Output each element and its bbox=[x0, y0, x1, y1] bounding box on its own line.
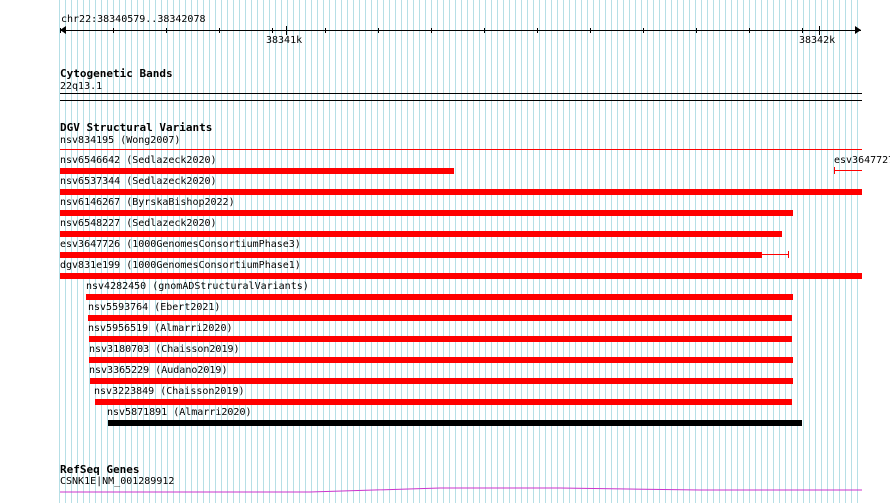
feature-whisker-esv3647726 bbox=[762, 254, 789, 255]
feature-label-nsv6537344[interactable]: nsv6537344 (Sedlazeck2020) bbox=[60, 176, 217, 188]
refseq-track-title[interactable]: RefSeq Genes bbox=[60, 463, 139, 476]
right-margin bbox=[862, 0, 890, 503]
feature-label-nsv5956519[interactable]: nsv5956519 (Almarri2020) bbox=[88, 323, 233, 335]
ruler-tick bbox=[431, 28, 432, 33]
ruler-tick bbox=[749, 28, 750, 33]
feature-bar-nsv6548227[interactable] bbox=[60, 231, 782, 237]
ruler-tick bbox=[325, 28, 326, 33]
ruler-tick-label-38342k: 38342k bbox=[799, 35, 836, 46]
feature-bar-nsv5593764[interactable] bbox=[88, 315, 792, 321]
ruler-tick-label-38341k: 38341k bbox=[266, 35, 303, 46]
ruler-tick bbox=[219, 28, 220, 33]
feature-label-nsv4282450[interactable]: nsv4282450 (gnomADStructuralVariants) bbox=[86, 281, 309, 293]
ruler-tick bbox=[855, 28, 856, 33]
ruler-tick bbox=[484, 28, 485, 33]
left-margin bbox=[0, 0, 58, 503]
ruler-axis bbox=[60, 30, 861, 31]
ruler-tick bbox=[643, 28, 644, 33]
feature-label-nsv6146267[interactable]: nsv6146267 (ByrskaBishop2022) bbox=[60, 197, 235, 209]
ruler-tick bbox=[378, 28, 379, 33]
feature-label-esv3647727[interactable]: esv3647727 bbox=[834, 155, 890, 167]
feature-bar-nsv6546642[interactable] bbox=[60, 168, 454, 174]
ruler-tick bbox=[166, 28, 167, 33]
refseq-gene-model[interactable] bbox=[60, 486, 862, 496]
feature-bar-nsv3223849[interactable] bbox=[95, 399, 792, 405]
feature-bar-esv3647726[interactable] bbox=[60, 252, 762, 258]
ruler-tick bbox=[590, 28, 591, 33]
feature-bar-dgv831e199[interactable] bbox=[60, 273, 862, 279]
feature-label-nsv5593764[interactable]: nsv5593764 (Ebert2021) bbox=[88, 302, 220, 314]
ruler-tick bbox=[272, 28, 273, 33]
feature-bar-nsv4282450[interactable] bbox=[86, 294, 793, 300]
feature-bar-nsv3365229[interactable] bbox=[90, 378, 793, 384]
ruler-tick bbox=[696, 28, 697, 33]
ruler-major-tick bbox=[286, 26, 287, 35]
refseq-gene-line bbox=[60, 487, 862, 493]
ruler-tick bbox=[802, 28, 803, 33]
feature-label-nsv3180703[interactable]: nsv3180703 (Chaisson2019) bbox=[89, 344, 240, 356]
ruler-tick bbox=[537, 28, 538, 33]
feature-label-nsv3365229[interactable]: nsv3365229 (Audano2019) bbox=[89, 365, 227, 377]
feature-label-nsv3223849[interactable]: nsv3223849 (Chaisson2019) bbox=[94, 386, 245, 398]
feature-bar-nsv834195[interactable] bbox=[60, 149, 862, 150]
cytoband-top-line bbox=[60, 93, 862, 94]
feature-bar-nsv6537344[interactable] bbox=[60, 189, 862, 195]
feature-endcap-esv3647727 bbox=[834, 167, 835, 174]
feature-label-nsv6546642[interactable]: nsv6546642 (Sedlazeck2020) bbox=[60, 155, 217, 167]
feature-label-nsv834195[interactable]: nsv834195 (Wong2007) bbox=[60, 135, 180, 147]
feature-bar-nsv3180703[interactable] bbox=[89, 357, 793, 363]
ruler-major-tick bbox=[819, 26, 820, 35]
feature-bar-nsv6146267[interactable] bbox=[60, 210, 793, 216]
cytoband-label: 22q13.1 bbox=[60, 81, 103, 92]
cytoband-bottom-line bbox=[60, 100, 862, 101]
feature-label-nsv6548227[interactable]: nsv6548227 (Sedlazeck2020) bbox=[60, 218, 217, 230]
feature-label-esv3647726[interactable]: esv3647726 (1000GenomesConsortiumPhase3) bbox=[60, 239, 301, 251]
cytoband-track-title[interactable]: Cytogenetic Bands bbox=[60, 67, 173, 80]
feature-bar-esv3647727[interactable] bbox=[834, 170, 862, 171]
ruler-tick bbox=[60, 28, 61, 33]
ruler-location-label: chr22:38340579..38342078 bbox=[61, 14, 206, 25]
feature-endcap-esv3647726 bbox=[788, 251, 789, 258]
dgv-track-title[interactable]: DGV Structural Variants bbox=[60, 121, 212, 134]
ruler-tick bbox=[113, 28, 114, 33]
feature-label-dgv831e199[interactable]: dgv831e199 (1000GenomesConsortiumPhase1) bbox=[60, 260, 301, 272]
feature-bar-nsv5956519[interactable] bbox=[89, 336, 792, 342]
feature-label-nsv5871891[interactable]: nsv5871891 (Almarri2020) bbox=[107, 407, 252, 419]
feature-bar-nsv5871891[interactable] bbox=[108, 420, 802, 426]
